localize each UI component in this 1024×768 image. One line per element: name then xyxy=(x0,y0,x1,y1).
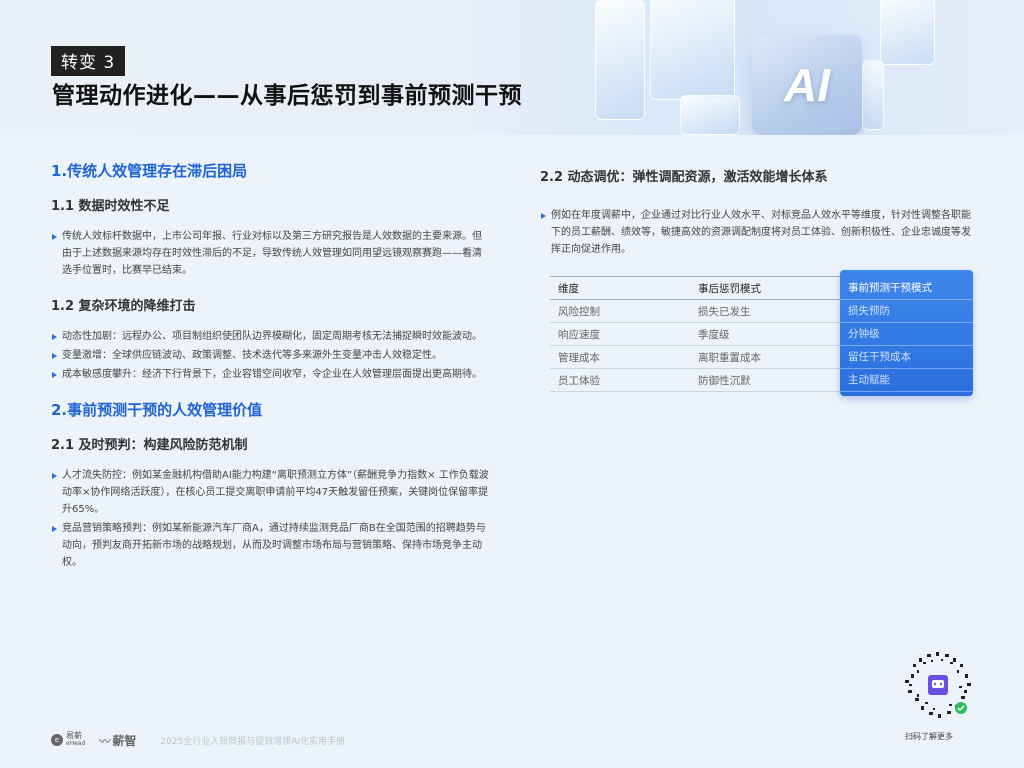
decorative-building xyxy=(650,0,735,100)
table-cell: 主动赋能 xyxy=(840,369,973,392)
table-cell: 离职重置成本 xyxy=(690,345,840,369)
header-banner: AI xyxy=(0,0,1024,135)
table-header-cell: 事前预测干预模式 xyxy=(840,276,973,300)
section-2-1-heading: 2.1 及时预判：构建风险防范机制 xyxy=(51,438,248,453)
bullet-item: 动态性加剧：远程办公、项目制组织使团队边界模糊化，固定周期考核无法捕捉瞬时效能波… xyxy=(51,328,491,345)
bullet-item: 例如在年度调薪中，企业通过对比行业人效水平、对标竞品人效水平等维度，针对性调整各… xyxy=(540,207,980,258)
table-row: 管理成本 离职重置成本 xyxy=(550,345,840,369)
table-header-cell: 事后惩罚模式 xyxy=(690,276,840,300)
table-cell: 防御性沉默 xyxy=(690,368,840,392)
section-1-1-heading: 1.1 数据时效性不足 xyxy=(51,199,170,214)
footer: e 易薪 eHead 〰薪智 2025全行业人效简报与提效增质AI化实用手册 xyxy=(51,732,345,748)
left-column: 1.传统人效管理存在滞后困局 1.1 数据时效性不足 传统人效标杆数据中，上市公… xyxy=(51,160,491,573)
bullet-item: 变量激增：全球供应链波动、政策调整、技术迭代等多来源外生变量冲击人效稳定性。 xyxy=(51,347,491,364)
table-cell: 分钟级 xyxy=(840,323,973,346)
table-cell: 管理成本 xyxy=(550,345,690,369)
qr-caption: 扫码了解更多 xyxy=(905,732,953,741)
table-row: 响应速度 季度级 xyxy=(550,322,840,346)
table-row: 风险控制 损失已发生 xyxy=(550,299,840,323)
decorative-building xyxy=(880,0,935,65)
ehead-logo: e 易薪 eHead xyxy=(51,732,85,748)
bullet-item: 成本敏感度攀升：经济下行背景下，企业容错空间收窄，令企业在人效管理层面提出更高期… xyxy=(51,366,491,383)
ai-cube-graphic: AI xyxy=(752,35,862,135)
xinzhi-logo-icon: 〰 xyxy=(99,734,111,748)
document-title: 2025全行业人效简报与提效增质AI化实用手册 xyxy=(160,736,346,747)
comparison-table-grid: 维度 事后惩罚模式 风险控制 损失已发生 响应速度 季度级 管理成本 离职重置成… xyxy=(550,276,840,392)
table-cell: 季度级 xyxy=(690,322,840,346)
table-cell: 响应速度 xyxy=(550,322,690,346)
qr-code-image xyxy=(905,652,971,718)
bullet-item: 人才流失防控：例如某金融机构借助AI能力构建“离职预测立方体”（薪酬竞争力指数×… xyxy=(51,467,491,518)
ehead-logo-en: eHead xyxy=(66,740,86,747)
table-row: 员工体验 防御性沉默 xyxy=(550,368,840,392)
decorative-building xyxy=(595,0,645,120)
decorative-building xyxy=(680,95,740,135)
section-1-heading: 1.传统人效管理存在滞后困局 xyxy=(51,162,248,180)
ai-badge-text: AI xyxy=(784,59,830,111)
page-title: 管理动作进化——从事后惩罚到事前预测干预 xyxy=(52,83,522,109)
table-cell: 风险控制 xyxy=(550,299,690,323)
decorative-building xyxy=(862,60,884,130)
table-cell: 损失预防 xyxy=(840,300,973,323)
section-2-heading: 2.事前预测干预的人效管理价值 xyxy=(51,401,263,419)
ehead-logo-cn: 易薪 xyxy=(66,731,82,740)
table-header-row: 维度 事后惩罚模式 xyxy=(550,276,840,300)
table-cell: 损失已发生 xyxy=(690,299,840,323)
section-tag: 转变 3 xyxy=(51,46,126,76)
section-1-2-heading: 1.2 复杂环境的降维打击 xyxy=(51,299,196,314)
xinzhi-logo: 〰薪智 xyxy=(99,732,136,749)
bullet-item: 传统人效标杆数据中，上市公司年报、行业对标以及第三方研究报告是人效数据的主要来源… xyxy=(51,228,491,279)
section-2-2-heading: 2.2 动态调优：弹性调配资源，激活效能增长体系 xyxy=(540,170,828,185)
comparison-table: 维度 事后惩罚模式 风险控制 损失已发生 响应速度 季度级 管理成本 离职重置成… xyxy=(550,270,973,396)
table-cell: 留任干预成本 xyxy=(840,346,973,369)
table-cell: 员工体验 xyxy=(550,368,690,392)
right-column: 2.2 动态调优：弹性调配资源，激活效能增长体系 例如在年度调薪中，企业通过对比… xyxy=(540,166,980,260)
xinzhi-logo-text: 薪智 xyxy=(112,733,137,748)
ehead-logo-icon: e xyxy=(51,734,63,746)
highlighted-column: 事前预测干预模式 损失预防 分钟级 留任干预成本 主动赋能 xyxy=(840,270,973,396)
table-header-cell: 维度 xyxy=(550,276,690,300)
bullet-item: 竞品营销策略预判：例如某新能源汽车厂商A，通过持续监测竞品厂商B在全国范围的招聘… xyxy=(51,520,491,571)
